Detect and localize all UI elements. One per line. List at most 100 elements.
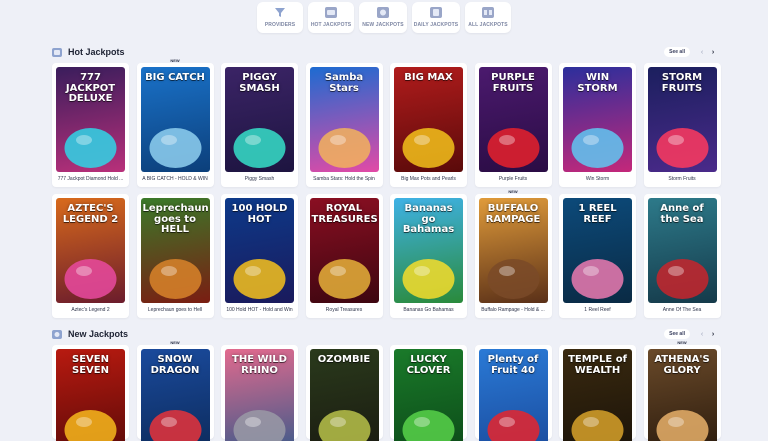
tab-label: PROVIDERS (264, 22, 296, 28)
chevron-right-icon[interactable]: › (709, 330, 717, 338)
game-logo: Samba Stars (324, 72, 364, 94)
game-title[interactable]: Piggy Smash (225, 176, 294, 182)
game-logo: AZTEC'S LEGEND 2 (62, 203, 119, 225)
game-card[interactable]: Plenty of Fruit 40 (474, 345, 552, 441)
game-title[interactable]: Win Storm (563, 176, 632, 182)
game-logo: THE WILD RHINO (232, 354, 287, 376)
new-jackpots-section-icon (52, 329, 62, 339)
game-card[interactable]: Leprechaun goes to HELL Leprechaun goes t… (136, 194, 214, 318)
game-title[interactable]: Big Max Pots and Pearls (394, 176, 463, 182)
chevron-left-icon[interactable]: ‹ (698, 48, 706, 56)
game-thumbnail[interactable]: BIG MAX (394, 67, 463, 172)
game-card[interactable]: STORM FRUITS Storm Fruits (643, 63, 721, 187)
tab-label: HOT JACKPOTS (310, 22, 352, 28)
game-thumbnail[interactable]: BIG CATCH (140, 67, 210, 172)
game-title[interactable]: Samba Stars: Hold the Spin (310, 176, 379, 182)
game-thumbnail[interactable]: ATHENA'S GLORY (647, 349, 717, 441)
game-title[interactable]: Buffalo Rampage - Hold & ... (479, 307, 548, 313)
game-thumbnail[interactable]: AZTEC'S LEGEND 2 (56, 198, 125, 303)
new-badge: NEW (168, 340, 182, 345)
daily-jackpots-icon (430, 7, 442, 18)
game-thumbnail[interactable]: BUFFALO RAMPAGE (478, 198, 548, 303)
game-logo: PIGGY SMASH (239, 72, 280, 94)
new-jackpots-icon (377, 7, 389, 18)
game-title[interactable]: Storm Fruits (648, 176, 717, 182)
tab-hot-jackpots[interactable]: HOT JACKPOTS (308, 2, 354, 33)
game-title[interactable]: Bananas Go Bahamas (394, 307, 463, 313)
game-thumbnail[interactable]: THE WILD RHINO (225, 349, 294, 441)
game-thumbnail[interactable]: Anne of the Sea (647, 198, 717, 303)
game-thumbnail[interactable]: Leprechaun goes to HELL (140, 198, 210, 303)
hot-jackpots-row-2: AZTEC'S LEGEND 2 Aztec's Legend 2 Leprecha… (52, 189, 721, 318)
game-card[interactable]: PURPLE FRUITS Purple Fruits (474, 63, 552, 187)
game-card[interactable]: OZOMBIE (305, 345, 383, 441)
game-artwork (487, 410, 539, 441)
tab-new-jackpots[interactable]: NEW JACKPOTS (359, 2, 407, 33)
game-card[interactable]: ROYAL TREASURES Royal Treasures (305, 194, 383, 318)
game-card[interactable]: NEW BIG CATCH A BIG CATCH - HOLD & WIN (136, 58, 214, 187)
game-logo: SEVEN SEVEN (72, 354, 109, 376)
game-thumbnail[interactable]: TEMPLE of WEALTH (563, 349, 632, 441)
game-title[interactable]: Leprechaun goes to Hell (141, 307, 210, 313)
game-card[interactable]: LUCKY CLOVER (390, 345, 467, 441)
game-artwork (402, 410, 455, 441)
game-artwork (64, 410, 117, 441)
game-thumbnail[interactable]: Samba Stars (309, 67, 379, 172)
game-thumbnail[interactable]: WIN STORM (563, 67, 632, 172)
game-thumbnail[interactable]: LUCKY CLOVER (394, 349, 463, 441)
game-card[interactable]: 1 REEL REEF 1 Reel Reef (559, 194, 636, 318)
chevron-right-icon[interactable]: › (709, 48, 717, 56)
game-card[interactable]: AZTEC'S LEGEND 2 Aztec's Legend 2 (52, 194, 129, 318)
game-title[interactable]: A BIG CATCH - HOLD & WIN (141, 176, 210, 182)
game-title[interactable]: Purple Fruits (479, 176, 548, 182)
game-title[interactable]: Anne Of The Sea (648, 307, 717, 313)
game-card[interactable]: WIN STORM Win Storm (559, 63, 636, 187)
game-card[interactable]: SEVEN SEVEN (52, 345, 129, 441)
see-all-button[interactable]: See all (664, 47, 690, 57)
hot-jackpots-header: Hot Jackpots See all ‹ › (52, 45, 717, 59)
tab-daily-jackpots[interactable]: DAILY JACKPOTS (412, 2, 460, 33)
game-card[interactable]: NEW SNOW DRAGON (136, 340, 214, 441)
game-card[interactable]: TEMPLE of WEALTH (559, 345, 636, 441)
game-card[interactable]: THE WILD RHINO (221, 345, 298, 441)
game-thumbnail[interactable]: SEVEN SEVEN (56, 349, 125, 441)
game-title[interactable]: 777 Jackpot Diamond Hold ... (56, 176, 125, 182)
hot-jackpots-section-icon (52, 47, 62, 57)
game-card[interactable]: BIG MAX Big Max Pots and Pearls (390, 63, 467, 187)
game-card[interactable]: Anne of the Sea Anne Of The Sea (643, 194, 721, 318)
tab-providers[interactable]: PROVIDERS (257, 2, 303, 33)
game-thumbnail[interactable]: SNOW DRAGON (140, 349, 210, 441)
game-logo: PURPLE FRUITS (491, 72, 535, 94)
game-thumbnail[interactable]: 1 REEL REEF (563, 198, 632, 303)
game-thumbnail[interactable]: PIGGY SMASH (225, 67, 294, 172)
game-title[interactable]: 100 Hold HOT - Hold and Win (225, 307, 294, 313)
game-thumbnail[interactable]: ROYAL TREASURES (309, 198, 379, 303)
see-all-button[interactable]: See all (664, 329, 690, 339)
game-logo: Anne of the Sea (660, 203, 704, 225)
game-thumbnail[interactable]: Plenty of Fruit 40 (478, 349, 548, 441)
game-artwork (149, 259, 201, 299)
game-thumbnail[interactable]: STORM FRUITS (647, 67, 717, 172)
all-jackpots-icon (482, 7, 494, 18)
tab-all-jackpots[interactable]: ALL JACKPOTS (465, 2, 511, 33)
game-card[interactable]: 777 JACKPOT DELUXE 777 Jackpot Diamond Ho… (52, 63, 129, 187)
game-thumbnail[interactable]: 777 JACKPOT DELUXE (56, 67, 125, 172)
game-thumbnail[interactable]: PURPLE FRUITS (478, 67, 548, 172)
funnel-icon (274, 7, 286, 18)
game-thumbnail[interactable]: Bananas go Bahamas (394, 198, 463, 303)
game-artwork (318, 259, 370, 299)
game-logo: Bananas go Bahamas (402, 203, 455, 235)
game-title[interactable]: Aztec's Legend 2 (56, 307, 125, 313)
game-card[interactable]: NEW ATHENA'S GLORY (643, 340, 721, 441)
game-thumbnail[interactable]: 100 HOLD HOT (225, 198, 294, 303)
game-card[interactable]: NEW BUFFALO RAMPAGE Buffalo Rampage - Hold… (474, 189, 552, 318)
game-title[interactable]: 1 Reel Reef (563, 307, 632, 313)
game-card[interactable]: Bananas go Bahamas Bananas Go Bahamas (390, 194, 467, 318)
game-title[interactable]: Royal Treasures (310, 307, 379, 313)
chevron-left-icon[interactable]: ‹ (698, 330, 706, 338)
game-card[interactable]: PIGGY SMASH Piggy Smash (221, 63, 298, 187)
game-logo: Plenty of Fruit 40 (487, 354, 539, 376)
game-card[interactable]: Samba Stars Samba Stars: Hold the Spin (305, 63, 383, 187)
game-card[interactable]: 100 HOLD HOT 100 Hold HOT - Hold and Win (221, 194, 298, 318)
game-thumbnail[interactable]: OZOMBIE (309, 349, 379, 441)
